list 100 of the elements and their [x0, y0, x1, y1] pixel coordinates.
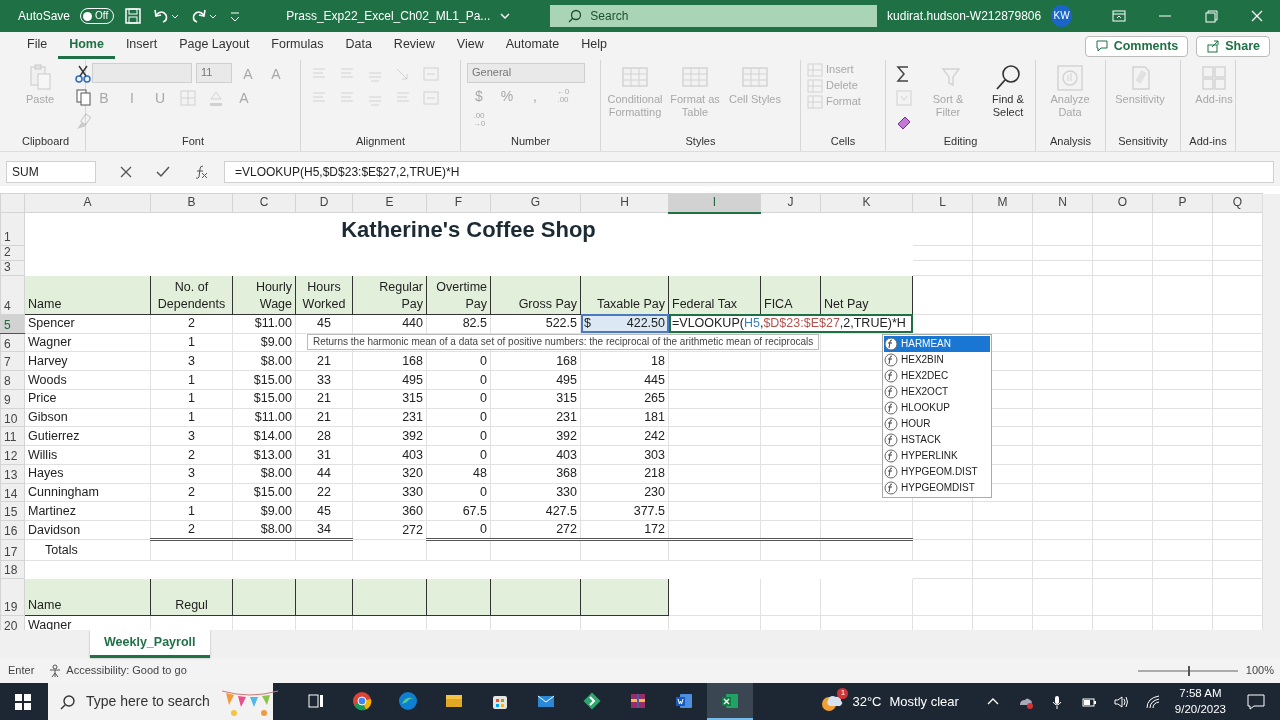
- edge-icon[interactable]: [398, 690, 418, 711]
- menu-tab[interactable]: Automate: [494, 33, 571, 59]
- search-field[interactable]: Search: [550, 5, 878, 27]
- table-cell: 0: [426, 520, 491, 540]
- column-header[interactable]: A: [24, 193, 151, 213]
- row-header[interactable]: 1: [0, 212, 25, 246]
- accessibility-status[interactable]: Accessibility: Good to go: [66, 663, 187, 678]
- menu-tab[interactable]: Review: [382, 33, 446, 59]
- table-cell: Hayes: [24, 464, 151, 484]
- slider-thumb[interactable]: [1187, 665, 1190, 676]
- redo-icon[interactable]: [190, 7, 219, 25]
- clock-time[interactable]: 7:58 AM: [1179, 686, 1222, 702]
- sheet-tab[interactable]: Weekly_Payroll: [90, 630, 210, 658]
- cells-icon: [807, 63, 823, 77]
- cell-editor[interactable]: =VLOOKUP(H5,$D$23:$E$27,2,TRUE)*H: [668, 314, 913, 334]
- autocomplete-item[interactable]: HEX2OCT: [884, 384, 990, 401]
- autocomplete-item[interactable]: HEX2DEC: [884, 368, 990, 385]
- table-cell: $8.00: [232, 520, 296, 540]
- column-header[interactable]: L: [912, 193, 973, 213]
- check-icon[interactable]: [156, 166, 170, 178]
- column-heading: Gross Pay: [490, 275, 581, 315]
- column-header[interactable]: D: [295, 193, 353, 213]
- autosave-label: AutoSave: [18, 8, 71, 24]
- column-header[interactable]: C: [232, 193, 296, 213]
- formula-field[interactable]: =VLOOKUP(H5,$D$23:$E$27,2,TRUE)*H: [224, 161, 1274, 183]
- menu-tab[interactable]: Help: [570, 33, 618, 59]
- column-header[interactable]: O: [1092, 193, 1153, 213]
- table-cell: 28: [295, 426, 353, 446]
- name-box[interactable]: SUM: [6, 161, 96, 183]
- row-header[interactable]: 19: [0, 578, 25, 616]
- autocomplete-item[interactable]: HYPERLINK: [884, 448, 990, 465]
- table-cell: $15.00: [232, 483, 296, 502]
- vertical-scrollbar[interactable]: [1262, 194, 1280, 630]
- windows-logo-icon[interactable]: [14, 692, 32, 711]
- save-icon[interactable]: [124, 7, 143, 25]
- cancel-icon[interactable]: [120, 166, 132, 178]
- notification-icon[interactable]: [1246, 692, 1266, 711]
- chrome-icon[interactable]: [352, 690, 372, 711]
- autocomplete-item[interactable]: HYPGEOM.DIST: [884, 464, 990, 481]
- column-header[interactable]: M: [972, 193, 1033, 213]
- clock-date[interactable]: 9/20/2023: [1174, 701, 1226, 717]
- table-cell: 45: [295, 501, 353, 521]
- menu-tab[interactable]: Home: [58, 33, 115, 59]
- table-cell: 427.5: [490, 501, 581, 521]
- row-header[interactable]: 17: [0, 539, 25, 561]
- ribbon-button[interactable]: Find & Select: [980, 63, 1036, 133]
- table-cell: 495: [490, 370, 581, 390]
- table-cell: 377.5: [580, 501, 669, 521]
- column-header[interactable]: I: [668, 193, 761, 213]
- file-name[interactable]: Prass_Exp22_Excel_Ch02_ML1_Pa...: [286, 8, 491, 24]
- menu-tab[interactable]: Data: [334, 33, 383, 59]
- column-header[interactable]: P: [1152, 193, 1213, 213]
- column-header[interactable]: G: [490, 193, 581, 213]
- group-label: Sensitivity: [1117, 135, 1169, 149]
- wifi-icon[interactable]: [1144, 693, 1161, 710]
- caret-icon[interactable]: [500, 12, 511, 20]
- autocomplete-item[interactable]: HLOOKUP: [884, 400, 990, 417]
- table-cell: 3: [150, 351, 233, 371]
- column-header[interactable]: F: [426, 193, 491, 213]
- weather-condition[interactable]: Mostly clear: [889, 693, 959, 710]
- table-cell: 82.5: [426, 314, 491, 334]
- column-header[interactable]: B: [150, 193, 233, 213]
- group-label: Font: [181, 135, 205, 149]
- autocomplete-item[interactable]: HOUR: [884, 416, 990, 433]
- autocomplete-item[interactable]: HYPGEOMDIST: [884, 480, 990, 497]
- menu-tab[interactable]: Insert: [114, 33, 169, 59]
- table-cell: 522.5: [490, 314, 581, 334]
- table-cell: 67.5: [426, 501, 491, 521]
- table-cell: $11.00: [232, 314, 296, 334]
- autocomplete-item[interactable]: HARMEAN: [884, 336, 990, 353]
- comments-button[interactable]: Comments: [1084, 35, 1189, 57]
- speaker-icon[interactable]: [1112, 693, 1129, 710]
- column-heading: Hourly Wage: [232, 275, 296, 315]
- undo-icon[interactable]: [152, 7, 181, 25]
- ribbon-display-icon[interactable]: [1110, 8, 1128, 24]
- autocomplete-item[interactable]: HEX2BIN: [884, 352, 990, 369]
- table-cell: Spencer: [24, 314, 151, 334]
- menu-tab[interactable]: View: [445, 33, 495, 59]
- column-header[interactable]: H: [580, 193, 669, 213]
- restore-icon[interactable]: [1202, 8, 1220, 24]
- column-header[interactable]: Q: [1212, 193, 1263, 213]
- row-header[interactable]: 4: [0, 275, 25, 315]
- column-header[interactable]: E: [352, 193, 427, 213]
- user-avatar[interactable]: KW: [1051, 5, 1072, 27]
- menu-tab[interactable]: Page Layout: [168, 33, 261, 59]
- autocomplete-item[interactable]: HSTACK: [884, 432, 990, 449]
- column-header[interactable]: J: [760, 193, 821, 213]
- totals-label: Totals: [24, 539, 151, 561]
- grid-icon: [1199, 63, 1229, 93]
- share-button[interactable]: Share: [1196, 35, 1270, 57]
- temperature[interactable]: 32°C: [852, 693, 882, 710]
- table-cell: 272: [490, 520, 581, 540]
- column-heading: Regular Pay: [352, 275, 427, 315]
- column-header[interactable]: K: [820, 193, 913, 213]
- column-header[interactable]: N: [1032, 193, 1093, 213]
- function-icon[interactable]: [194, 165, 208, 179]
- menu-tab[interactable]: File: [16, 33, 59, 59]
- table-cell: Gibson: [24, 408, 151, 427]
- menu-tab[interactable]: Formulas: [260, 33, 335, 59]
- table-cell: 45: [295, 314, 353, 334]
